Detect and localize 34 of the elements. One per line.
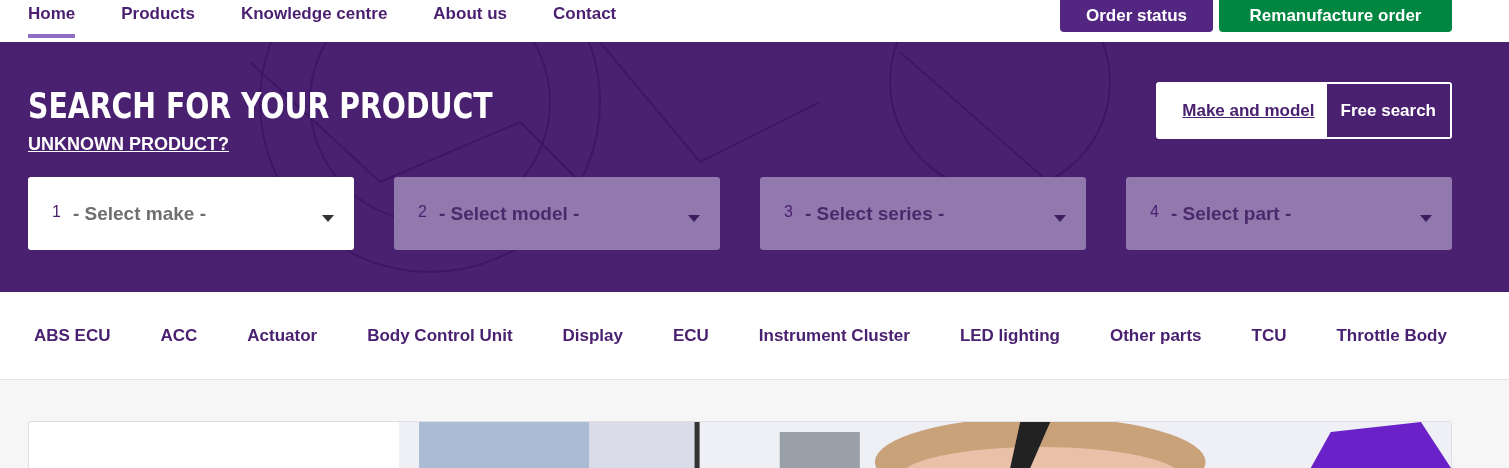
nav-link[interactable]: Knowledge centre xyxy=(240,0,388,38)
category-link[interactable]: Throttle Body xyxy=(1336,325,1447,346)
search-title: SEARCH FOR YOUR PRODUCT xyxy=(28,85,493,128)
category-link[interactable]: ECU xyxy=(672,325,709,346)
caret-icon xyxy=(1420,215,1432,222)
nav-link[interactable]: Home xyxy=(28,0,76,38)
select-placeholder: - Select model - xyxy=(438,202,581,225)
unknown-product-link[interactable]: UNKNOWN PRODUCT? xyxy=(28,134,229,155)
select-placeholder: - Select part - xyxy=(1170,202,1293,225)
category-link[interactable]: ABS ECU xyxy=(34,325,111,346)
category-link[interactable]: TCU xyxy=(1251,325,1287,346)
category-link[interactable]: Body Control Unit xyxy=(367,325,513,346)
category-link[interactable]: Display xyxy=(562,325,623,346)
category-link[interactable]: Actuator xyxy=(247,325,318,346)
select-dropdown[interactable]: 1 - Select make - xyxy=(28,177,354,250)
header-button[interactable]: Remanufacture order xyxy=(1219,0,1452,32)
caret-icon xyxy=(688,215,700,222)
caret-icon xyxy=(322,215,334,222)
step-number: 1 xyxy=(52,202,61,221)
nav-link[interactable]: Contact xyxy=(553,0,617,38)
category-link[interactable]: ACC xyxy=(160,325,198,346)
step-number: 4 xyxy=(1150,202,1159,221)
step-number: 3 xyxy=(784,202,793,221)
category-link[interactable]: Instrument Cluster xyxy=(758,325,910,346)
category-link[interactable]: LED lighting xyxy=(959,325,1060,346)
caret-icon xyxy=(1054,215,1066,222)
header-button[interactable]: Order status xyxy=(1060,0,1213,32)
step-number: 2 xyxy=(418,202,427,221)
nav-link[interactable]: Products xyxy=(121,0,195,38)
search-mode-tab[interactable]: Free search xyxy=(1326,84,1450,137)
select-placeholder: - Select series - xyxy=(804,202,946,225)
select-placeholder: - Select make - xyxy=(72,202,207,225)
nav-link[interactable]: About us xyxy=(433,0,507,38)
category-link[interactable]: Other parts xyxy=(1109,325,1202,346)
